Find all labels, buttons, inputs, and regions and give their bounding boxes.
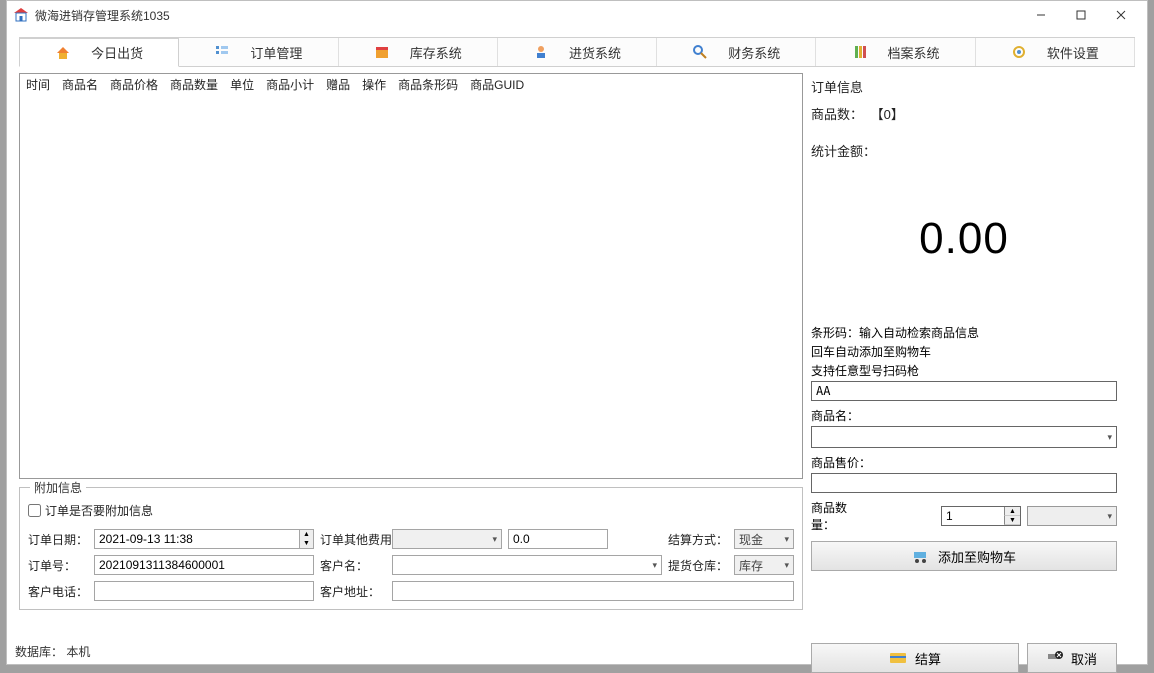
qty-unit-combo[interactable]: ▾: [1027, 506, 1117, 526]
customer-addr-label: 客户地址：: [320, 583, 386, 600]
shipment-table: 时间 商品名 商品价格 商品数量 单位 商品小计 赠品 操作 商品条形码 商品G…: [19, 73, 803, 479]
qty-label: 商品数量：: [811, 499, 867, 533]
count-label: 商品数：: [811, 107, 863, 122]
books-icon: [852, 44, 868, 60]
customer-name-label: 客户名：: [320, 557, 386, 574]
product-name-combo[interactable]: ▾: [811, 426, 1117, 448]
customer-phone-label: 客户电话：: [28, 583, 88, 600]
minimize-button[interactable]: [1021, 3, 1061, 27]
product-name-label: 商品名：: [811, 407, 1117, 424]
cart-icon: [912, 548, 930, 564]
tab-archives[interactable]: 档案系统: [816, 38, 975, 66]
extra-legend: 附加信息: [30, 479, 86, 496]
barcode-hint1: 条形码：输入自动检索商品信息: [811, 324, 1117, 341]
statusbar: 数据库： 本机: [15, 643, 90, 660]
list-icon: [214, 44, 230, 60]
card-icon: [889, 651, 907, 665]
other-fee-label: 订单其他费用：: [320, 531, 386, 548]
store-icon: [374, 44, 390, 60]
maximize-button[interactable]: [1061, 3, 1101, 27]
customer-addr-input[interactable]: [392, 581, 794, 601]
col-product[interactable]: 商品名: [62, 76, 98, 93]
pickup-store-label: 提货仓库：: [668, 557, 728, 574]
tab-label: 今日出货: [91, 43, 143, 62]
price-input[interactable]: [811, 473, 1117, 493]
tab-label: 软件设置: [1047, 43, 1099, 62]
customer-name-combo[interactable]: ▾: [392, 555, 662, 575]
barcode-input[interactable]: [811, 381, 1117, 401]
col-subtotal[interactable]: 商品小计: [266, 76, 314, 93]
order-no-input[interactable]: [94, 555, 314, 575]
cancel-button[interactable]: 取消: [1027, 643, 1117, 673]
date-spin[interactable]: ▲▼: [299, 530, 313, 548]
add-cart-label: 添加至购物车: [938, 547, 1016, 566]
order-date-label: 订单日期：: [28, 531, 88, 548]
tab-label: 财务系统: [728, 43, 780, 62]
col-guid[interactable]: 商品GUID: [470, 76, 524, 93]
customer-phone-input[interactable]: [94, 581, 314, 601]
tab-label: 库存系统: [410, 43, 462, 62]
pay-method-label: 结算方式：: [668, 531, 728, 548]
tab-finance[interactable]: 财务系统: [657, 38, 816, 66]
cancel-cart-icon: [1047, 651, 1063, 665]
extra-checkbox[interactable]: [28, 504, 41, 517]
titlebar: 微海进销存管理系统1035: [7, 1, 1147, 29]
col-time[interactable]: 时间: [26, 76, 50, 93]
tab-inventory[interactable]: 库存系统: [339, 38, 498, 66]
order-no-label: 订单号：: [28, 557, 88, 574]
col-gift[interactable]: 赠品: [326, 76, 350, 93]
barcode-hint3: 支持任意型号扫码枪: [811, 362, 1117, 379]
col-qty[interactable]: 商品数量: [170, 76, 218, 93]
table-header: 时间 商品名 商品价格 商品数量 单位 商品小计 赠品 操作 商品条形码 商品G…: [20, 74, 802, 96]
tab-label: 订单管理: [250, 43, 302, 62]
db-label: 数据库：: [15, 645, 63, 659]
settle-label: 结算: [915, 649, 941, 668]
app-window: 微海进销存管理系统1035 今日出货 订单管理: [6, 0, 1148, 665]
window-title: 微海进销存管理系统1035: [35, 7, 170, 24]
tab-label: 档案系统: [888, 43, 940, 62]
barcode-hint2: 回车自动添加至购物车: [811, 343, 1117, 360]
cancel-label: 取消: [1071, 649, 1097, 668]
extra-checkbox-label: 订单是否要附加信息: [45, 502, 153, 519]
app-icon: [13, 7, 29, 23]
col-unit[interactable]: 单位: [230, 76, 254, 93]
total-amount: 0.00: [811, 214, 1117, 264]
tab-order-mgmt[interactable]: 订单管理: [179, 38, 338, 66]
home-icon: [55, 45, 71, 61]
person-icon: [533, 44, 549, 60]
left-column: 时间 商品名 商品价格 商品数量 单位 商品小计 赠品 操作 商品条形码 商品G…: [19, 73, 803, 673]
other-fee-input[interactable]: [508, 529, 608, 549]
order-date-input[interactable]: [94, 529, 314, 549]
pickup-store-combo[interactable]: 库存▾: [734, 555, 794, 575]
col-price[interactable]: 商品价格: [110, 76, 158, 93]
right-column: 订单信息 商品数： 【0】 统计金额： 0.00 条形码：输入自动检索商品信息 …: [811, 73, 1117, 673]
qty-input[interactable]: ▲▼: [941, 506, 1021, 526]
pay-method-combo[interactable]: 现金▾: [734, 529, 794, 549]
tab-purchasing[interactable]: 进货系统: [498, 38, 657, 66]
add-to-cart-button[interactable]: 添加至购物车: [811, 541, 1117, 571]
extra-info-group: 附加信息 订单是否要附加信息 订单日期： ▲▼ 订单其他费用： ▾ 结算方式： …: [19, 487, 803, 610]
count-value: 【0】: [871, 107, 904, 122]
tab-today-shipments[interactable]: 今日出货: [19, 38, 179, 67]
col-barcode[interactable]: 商品条形码: [398, 76, 458, 93]
gear-icon: [1011, 44, 1027, 60]
tab-settings[interactable]: 软件设置: [976, 38, 1135, 66]
close-button[interactable]: [1101, 3, 1141, 27]
price-label: 商品售价：: [811, 454, 1117, 471]
workarea: 时间 商品名 商品价格 商品数量 单位 商品小计 赠品 操作 商品条形码 商品G…: [7, 67, 1147, 673]
settle-button[interactable]: 结算: [811, 643, 1019, 673]
total-label: 统计金额：: [811, 141, 1117, 160]
col-action[interactable]: 操作: [362, 76, 386, 93]
other-fee-combo[interactable]: ▾: [392, 529, 502, 549]
tab-label: 进货系统: [569, 43, 621, 62]
order-info-title: 订单信息: [811, 77, 1117, 96]
magnifier-icon: [692, 44, 708, 60]
db-value: 本机: [66, 645, 90, 659]
tabstrip: 今日出货 订单管理 库存系统 进货系统 财务系统: [19, 37, 1135, 67]
